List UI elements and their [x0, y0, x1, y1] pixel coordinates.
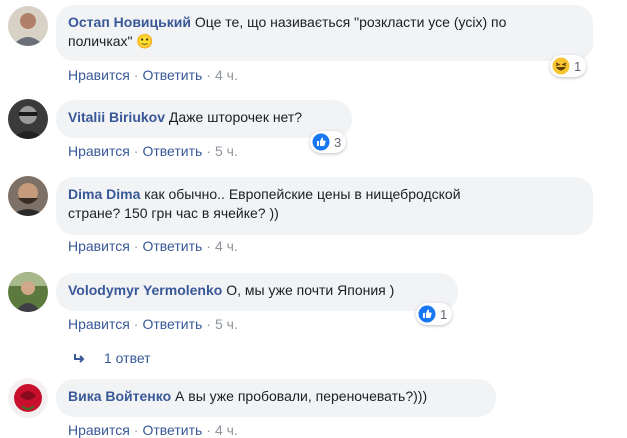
- timestamp[interactable]: 4 ч.: [215, 67, 238, 83]
- separator: ·: [133, 238, 139, 254]
- reaction-badge[interactable]: 3: [310, 131, 347, 153]
- like-icon: [312, 133, 330, 151]
- timestamp[interactable]: 5 ч.: [215, 316, 238, 332]
- comment-text: А вы уже пробовали, переночевать?))): [171, 388, 428, 404]
- like-link[interactable]: Нравится: [68, 143, 130, 159]
- comment-bubble: Остап Новицький Оце те, що називається "…: [56, 5, 593, 61]
- comment-text: как обычно.. Европейские цены в нищеброд…: [140, 186, 461, 202]
- separator: ·: [206, 67, 211, 83]
- like-link[interactable]: Нравится: [68, 238, 130, 254]
- reaction-count: 1: [440, 306, 448, 322]
- comment-text-cont: стране? 150 грн час в ячейке? )): [68, 205, 279, 221]
- separator: ·: [206, 422, 211, 438]
- like-icon: [418, 305, 436, 323]
- avatar[interactable]: [8, 272, 48, 312]
- comment-actions: Нравится · Ответить · 5 ч.: [68, 143, 238, 159]
- avatar[interactable]: [8, 378, 48, 418]
- haha-icon: [552, 57, 570, 75]
- comment-author[interactable]: Vitalii Biriukov: [68, 109, 165, 125]
- comment-bubble: Вика Войтенко А вы уже пробовали, перено…: [56, 379, 496, 417]
- comment-author[interactable]: Dima Dima: [68, 186, 140, 202]
- separator: ·: [133, 422, 139, 438]
- comment-bubble: Volodymyr Yermolenko О, мы уже почти Япо…: [56, 273, 458, 311]
- comment-actions: Нравится · Ответить · 4 ч.: [68, 67, 238, 83]
- avatar[interactable]: [8, 6, 48, 46]
- separator: ·: [133, 67, 139, 83]
- comment-author[interactable]: Вика Войтенко: [68, 388, 171, 404]
- reply-link[interactable]: Ответить: [142, 143, 202, 159]
- like-link[interactable]: Нравится: [68, 316, 130, 332]
- reply-arrow-icon: [74, 354, 85, 363]
- reply-link[interactable]: Ответить: [142, 238, 202, 254]
- comment-text: Даже шторочек нет?: [165, 109, 303, 125]
- comment-author[interactable]: Остап Новицький: [68, 14, 191, 30]
- separator: ·: [133, 143, 139, 159]
- comment-text: О, мы уже почти Япония ): [222, 282, 395, 298]
- timestamp[interactable]: 5 ч.: [215, 143, 238, 159]
- avatar[interactable]: [8, 176, 48, 216]
- separator: ·: [133, 316, 139, 332]
- reaction-badge[interactable]: 1: [416, 303, 453, 325]
- comment-author[interactable]: Volodymyr Yermolenko: [68, 282, 222, 298]
- comment-actions: Нравится · Ответить · 5 ч.: [68, 316, 238, 332]
- comment-text: Оце те, що називається "розкласти усе (у…: [190, 14, 507, 30]
- reaction-count: 3: [334, 134, 342, 150]
- comment-actions: Нравится · Ответить · 4 ч.: [68, 238, 238, 254]
- view-replies-link[interactable]: 1 ответ: [72, 350, 151, 366]
- separator: ·: [206, 316, 211, 332]
- like-link[interactable]: Нравится: [68, 422, 130, 438]
- separator: ·: [206, 238, 211, 254]
- reply-link[interactable]: Ответить: [142, 67, 202, 83]
- comment-text-cont: поличках": [68, 33, 133, 49]
- avatar[interactable]: [8, 99, 48, 139]
- like-link[interactable]: Нравится: [68, 67, 130, 83]
- timestamp[interactable]: 4 ч.: [215, 238, 238, 254]
- timestamp[interactable]: 4 ч.: [215, 422, 238, 438]
- reply-link[interactable]: Ответить: [142, 422, 202, 438]
- reply-link[interactable]: Ответить: [142, 316, 202, 332]
- separator: ·: [206, 143, 211, 159]
- comment-bubble: Dima Dima как обычно.. Европейские цены …: [56, 177, 593, 235]
- reaction-count: 1: [574, 58, 582, 74]
- comment-bubble: Vitalii Biriukov Даже шторочек нет?: [56, 100, 352, 138]
- comment-actions: Нравится · Ответить · 4 ч.: [68, 422, 238, 438]
- reaction-badge[interactable]: 1: [550, 55, 587, 77]
- emoji: 🙂: [136, 33, 154, 49]
- replies-count: 1 ответ: [104, 350, 151, 366]
